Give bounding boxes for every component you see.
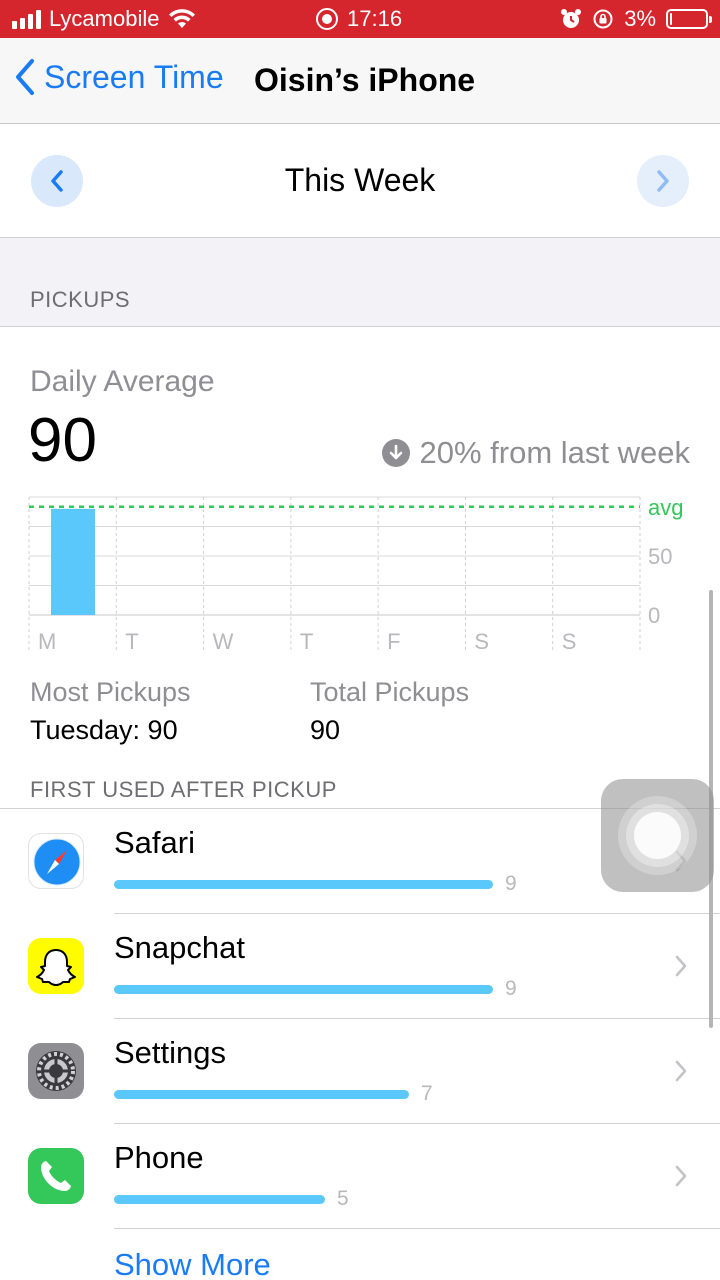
app-row-phone[interactable]: Phone 5 [0, 1124, 720, 1229]
assistive-touch-button[interactable] [601, 779, 714, 892]
usage-bar [114, 880, 493, 889]
total-pickups-value: 90 [310, 715, 341, 745]
chevron-right-icon [675, 1165, 687, 1187]
battery-percent: 3% [624, 6, 656, 31]
status-bar: Lycamobile 17:16 3% [0, 0, 720, 38]
navigation-bar: Screen Time Oisin’s iPhone [0, 38, 720, 124]
most-pickups-label: Most Pickups [30, 677, 191, 707]
settings-icon [28, 1043, 84, 1099]
snapchat-icon [28, 938, 84, 994]
carrier-label: Lycamobile [49, 6, 160, 31]
app-row-settings[interactable]: Settings 7 [0, 1019, 720, 1124]
arrow-down-circle-icon [381, 439, 410, 467]
usage-bar [114, 985, 493, 994]
usage-bar [114, 1195, 325, 1204]
back-label: Screen Time [44, 58, 224, 95]
pickups-chart: avg 50 0 M T W T F S S [28, 495, 683, 654]
signal-icon [12, 9, 41, 29]
app-name: Safari [114, 825, 195, 860]
chart-bar [51, 508, 95, 615]
app-name: Settings [114, 1035, 227, 1070]
x-tick-label: M [38, 629, 56, 654]
app-name: Phone [114, 1140, 204, 1175]
average-label: avg [648, 495, 683, 520]
trend-indicator: 20% from last week [381, 435, 691, 471]
back-button[interactable]: Screen Time [14, 58, 224, 96]
rotation-lock-icon [593, 9, 613, 29]
usage-count: 9 [505, 977, 517, 1000]
usage-bar [114, 1090, 409, 1099]
pickups-section-header: PICKUPS [30, 287, 131, 312]
app-row-snapchat[interactable]: Snapchat 9 [0, 914, 720, 1019]
total-pickups-label: Total Pickups [310, 677, 470, 707]
x-tick-label: T [125, 629, 138, 654]
y-tick-label: 50 [648, 544, 672, 569]
alarm-icon [561, 9, 582, 28]
chevron-right-icon [675, 1060, 687, 1082]
daily-average-value: 90 [28, 406, 97, 475]
chevron-left-icon [16, 59, 34, 95]
phone-icon [28, 1148, 84, 1204]
show-more-link[interactable]: Show More [114, 1247, 271, 1280]
most-pickups-value: Tuesday: 90 [30, 715, 178, 745]
app-name: Snapchat [114, 930, 245, 965]
page-title: Oisin’s iPhone [254, 62, 476, 98]
trend-text: 20% from last week [419, 435, 691, 470]
chevron-right-icon [657, 170, 669, 192]
week-selector: This Week [0, 124, 720, 238]
screen-recording-icon [316, 8, 338, 30]
x-tick-label: T [300, 629, 313, 654]
usage-count: 7 [421, 1082, 433, 1105]
x-tick-label: S [562, 629, 577, 654]
chevron-right-icon [675, 955, 687, 977]
first-used-section-header: FIRST USED AFTER PICKUP [30, 777, 337, 802]
usage-count: 9 [505, 872, 517, 895]
daily-average-label: Daily Average [30, 365, 215, 398]
usage-count: 5 [337, 1187, 349, 1210]
x-tick-label: S [474, 629, 489, 654]
next-week-button[interactable] [637, 155, 689, 207]
battery-icon [666, 9, 712, 29]
x-tick-label: F [387, 629, 400, 654]
wifi-icon [169, 9, 196, 28]
x-tick-label: W [213, 629, 234, 654]
safari-icon [28, 833, 84, 889]
week-label: This Week [284, 162, 436, 198]
clock: 17:16 [347, 6, 403, 31]
y-tick-label: 0 [648, 603, 660, 628]
